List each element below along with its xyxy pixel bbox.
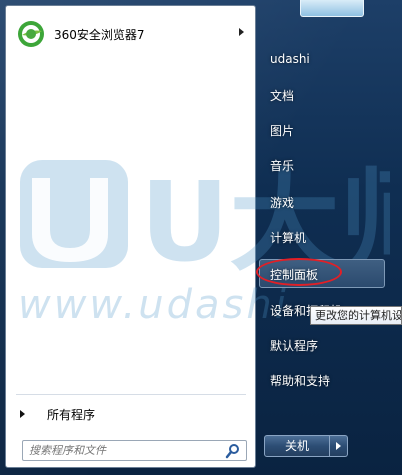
shutdown-button[interactable]: 关机 [264,435,330,457]
pictures-link[interactable]: 图片 [270,122,294,139]
shutdown-options-button[interactable] [330,435,348,457]
music-link[interactable]: 音乐 [270,157,294,174]
games-link[interactable]: 游戏 [270,194,294,211]
help-support-link[interactable]: 帮助和支持 [270,372,330,389]
left-pane: 360安全浏览器7 所有程序 [5,5,256,468]
user-picture[interactable] [300,0,364,17]
all-programs-item[interactable]: 所有程序 [16,402,246,426]
watermark-url: www.udashi [18,282,289,328]
default-programs-link[interactable]: 默认程序 [270,337,318,354]
shutdown-group: 关机 [264,435,350,457]
pinned-item-label: 360安全浏览器7 [54,27,145,42]
computer-link[interactable]: 计算机 [270,229,306,246]
all-programs-label: 所有程序 [47,407,96,422]
documents-link[interactable]: 文档 [270,87,294,104]
user-folder-link[interactable]: udashi [270,52,310,66]
search-input[interactable] [23,443,225,458]
browser-icon [16,19,46,49]
highlight-ring [256,258,342,286]
search-box[interactable] [22,440,247,461]
submenu-arrow-icon[interactable] [239,28,244,36]
triangle-right-icon [20,410,25,418]
tooltip: 更改您的计算机设 [310,306,402,325]
chevron-right-icon [336,442,341,450]
pinned-item-360-browser[interactable]: 360安全浏览器7 [12,16,250,52]
separator [16,394,246,395]
search-icon[interactable] [225,443,241,459]
